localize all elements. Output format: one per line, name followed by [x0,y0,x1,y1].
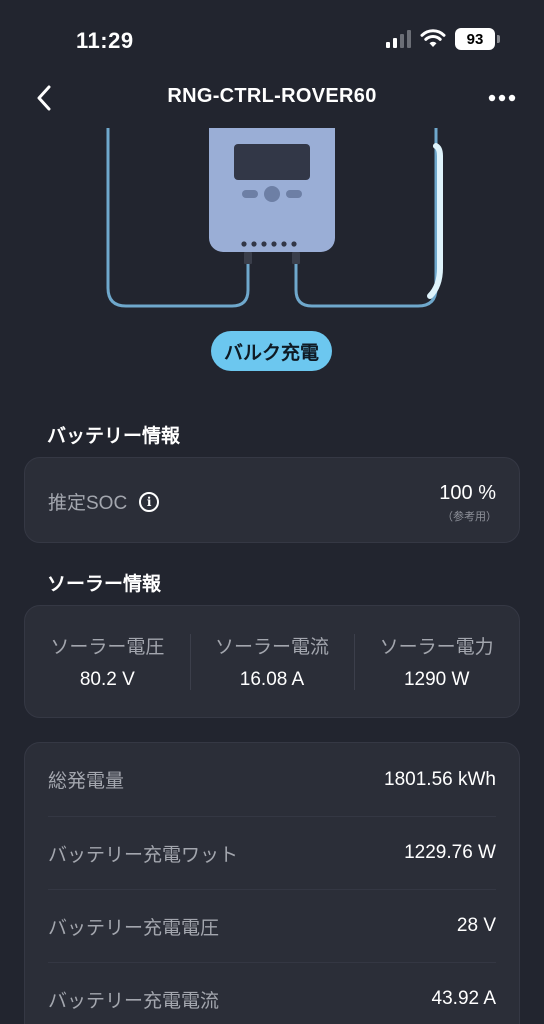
stat-row-charge-current: バッテリー充電電流 43.92 A [48,962,496,1024]
page-title: RNG-CTRL-ROVER60 [167,85,377,107]
battery-level: 93 [466,30,484,48]
stat-label: バッテリー充電ワット [48,844,239,866]
stat-label: バッテリー充電電流 [48,990,220,1012]
soc-note: （参考用） [442,511,497,523]
solar-card: ソーラー電圧 80.2 V ソーラー電流 16.08 A ソーラー電力 1290… [24,605,520,718]
solar-section-title: ソーラー情報 [47,574,162,595]
solar-voltage-value: 80.2 V [79,669,135,690]
soc-label: 推定SOC [48,493,128,514]
stats-card: 総発電量 1801.56 kWh バッテリー充電ワット 1229.76 W バッ… [24,742,520,1024]
battery-section-title: バッテリー情報 [47,426,181,447]
stat-value: 43.92 A [431,988,496,1009]
battery-indicator: 93 [455,28,500,50]
solar-current-label: ソーラー電流 [215,637,330,658]
solar-current-value: 16.08 A [239,669,305,690]
wifi-icon [420,29,446,47]
more-dots-icon [488,94,516,102]
signal-icon [386,30,411,48]
soc-value: 100 % [439,482,496,504]
solar-voltage: ソーラー電圧 80.2 V [25,632,190,691]
stat-value: 1229.76 W [404,842,496,863]
status-bar: 11:29 93 [0,0,544,80]
charge-mode-badge: バルク充電 [211,331,332,371]
status-time: 11:29 [76,28,134,53]
solar-voltage-label: ソーラー電圧 [50,637,165,658]
stat-row-charge-watts: バッテリー充電ワット 1229.76 W [48,816,496,889]
info-icon[interactable]: i [139,491,160,512]
solar-power-label: ソーラー電力 [379,637,494,658]
more-button[interactable] [482,86,522,110]
stat-row-total-generation: 総発電量 1801.56 kWh [48,743,496,816]
soc-card: 推定SOC i 100 % （参考用） [24,457,520,543]
solar-power: ソーラー電力 1290 W [354,632,519,691]
solar-current: ソーラー電流 16.08 A [189,632,355,691]
stat-value: 28 V [456,915,496,936]
stat-row-charge-voltage: バッテリー充電電圧 28 V [48,889,496,962]
solar-power-value: 1290 W [403,669,470,690]
device-illustration [106,128,443,308]
stat-label: 総発電量 [48,771,125,792]
stat-value: 1801.56 kWh [384,768,496,790]
stat-label: バッテリー充電電圧 [48,917,220,939]
soc-label-group: 推定SOC i [48,488,160,515]
